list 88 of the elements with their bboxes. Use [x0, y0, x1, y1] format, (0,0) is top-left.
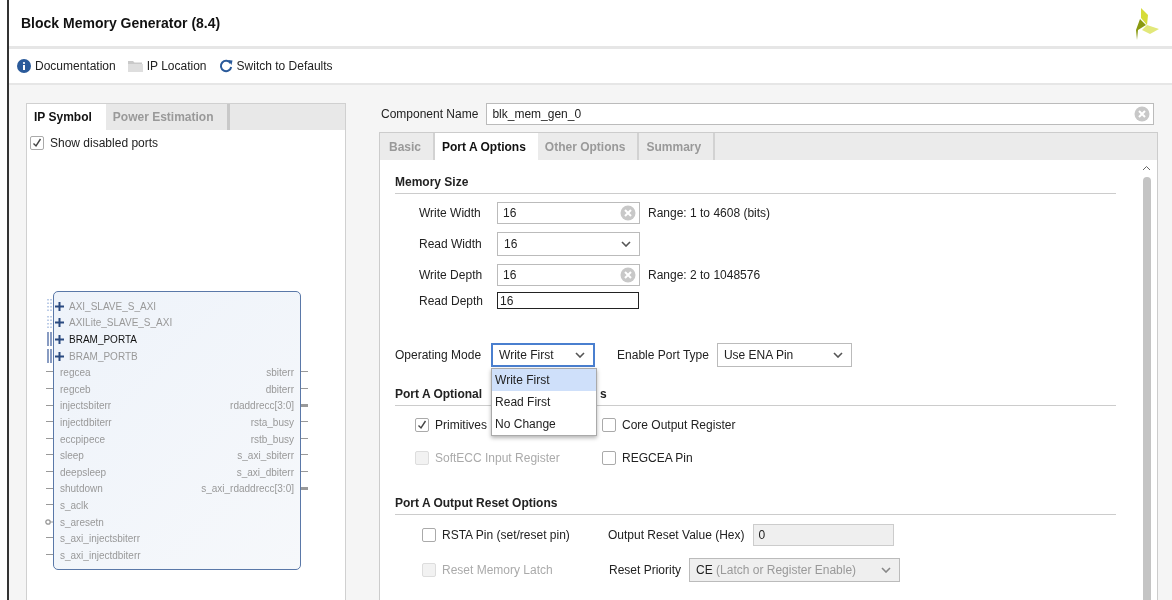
field-label: Enable Port Type: [617, 348, 709, 362]
section-heading: Port A Optional: [395, 387, 483, 401]
port-label: eccpipece: [60, 433, 106, 445]
checkbox-label: Show disabled ports: [50, 136, 159, 150]
dropdown[interactable]: Use ENA Pin: [716, 343, 852, 367]
field-label: Output Reset Value (Hex): [608, 528, 745, 542]
port-label: s_axi_injectdbiterr: [60, 549, 141, 561]
tab[interactable]: Port A Options: [435, 133, 538, 160]
port-label: shutdown: [60, 483, 103, 495]
scroll-up-icon[interactable]: [1142, 165, 1151, 171]
checkbox-label: SoftECC Input Register: [435, 451, 560, 465]
toolbar-button[interactable]: Switch to Defaults: [218, 59, 333, 73]
window-title: Block Memory Generator (8.4): [21, 15, 221, 31]
checkbox[interactable]: [415, 418, 429, 432]
port-label: sbiterr: [266, 367, 294, 379]
component-name-field[interactable]: blk_mem_gen_0: [486, 103, 1155, 125]
port-label: s_axi_rdaddrecc[3:0]: [201, 483, 294, 495]
toolbar-button[interactable]: Documentation: [17, 59, 116, 73]
port-label: regceb: [60, 383, 91, 395]
checkbox[interactable]: [602, 451, 616, 465]
port-label: sleep: [60, 450, 84, 462]
menu-item[interactable]: No Change: [492, 413, 597, 435]
range-text: Range: 2 to 1048576: [648, 268, 761, 282]
range-text: Range: 1 to 4608 (bits): [648, 206, 771, 220]
field-label: Write Depth: [419, 268, 484, 282]
port-label: rstb_busy: [250, 433, 294, 445]
checkbox-label: Reset Memory Latch: [442, 563, 553, 577]
input-field[interactable]: 16: [497, 264, 640, 286]
port-label: s_aclk: [60, 499, 89, 511]
connector-icon: [47, 332, 52, 347]
field-label: Reset Priority: [609, 563, 682, 577]
caret-icon: [881, 567, 892, 573]
port-label: s_axi_dbiterr: [236, 466, 294, 478]
port-pin: [301, 486, 308, 490]
section-heading: Port A Output Reset Options: [395, 496, 558, 510]
checkbox-label: Primitives: [435, 418, 487, 432]
port-label: s_axi_sbiterr: [237, 450, 294, 462]
input-field[interactable]: 16: [497, 292, 639, 309]
field-label: Write Width: [419, 206, 482, 220]
plus-icon[interactable]: [55, 301, 64, 311]
section-heading: Memory Size: [395, 175, 469, 189]
clear-icon[interactable]: [1134, 106, 1151, 122]
port-label: regcea: [60, 367, 91, 379]
field-label: Operating Mode: [395, 348, 482, 362]
refresh-icon: [218, 59, 233, 73]
input-field[interactable]: 16: [497, 202, 640, 224]
plus-icon[interactable]: [55, 351, 64, 361]
caret-icon: [575, 352, 586, 358]
plus-icon[interactable]: [55, 335, 64, 344]
port-label: s_axi_injectsbiterr: [60, 533, 141, 545]
interface-label: BRAM_PORTA: [69, 334, 137, 345]
field-label: Read Depth: [419, 293, 485, 308]
port-pin: [301, 403, 308, 407]
port-label: deepsleep: [60, 466, 107, 478]
check-icon: [32, 138, 42, 148]
dropdown[interactable]: 16: [497, 232, 640, 256]
info-icon: [17, 59, 31, 73]
toolbar-button[interactable]: IP Location: [127, 59, 207, 73]
plus-icon[interactable]: [55, 318, 64, 328]
port-label: dbiterr: [265, 383, 294, 395]
clear-icon[interactable]: [620, 205, 636, 221]
tab[interactable]: IP Symbol: [27, 104, 106, 130]
port-label: s_aresetn: [60, 516, 104, 528]
check-icon: [417, 420, 427, 430]
port-label: rsta_busy: [250, 416, 294, 428]
connector-icon: [47, 349, 52, 364]
caret-icon: [621, 241, 631, 247]
checkbox[interactable]: [30, 136, 44, 150]
field-label: Read Width: [419, 237, 483, 251]
checkbox[interactable]: [422, 528, 436, 542]
field-label: Component Name: [381, 107, 479, 121]
menu-item[interactable]: Read First: [492, 391, 597, 413]
checkbox-label: REGCEA Pin: [622, 451, 693, 465]
caret-icon: [832, 352, 843, 358]
interface-label: AXI_SLAVE_S_AXI: [69, 300, 157, 312]
section-heading: s: [600, 387, 607, 401]
checkbox-label: RSTA Pin (set/reset pin): [442, 528, 570, 542]
folder-icon: [127, 60, 143, 72]
checkbox-label: Core Output Register: [622, 418, 736, 432]
port-pin: [45, 518, 53, 525]
port-label: injectdbiterr: [60, 416, 112, 428]
port-label: injectsbiterr: [60, 400, 112, 412]
interface-label: BRAM_PORTB: [69, 350, 138, 362]
interface-label: AXILite_SLAVE_S_AXI: [69, 317, 173, 329]
menu-item[interactable]: Write First: [492, 369, 597, 391]
checkbox[interactable]: [602, 418, 616, 432]
port-label: rdaddrecc[3:0]: [230, 400, 294, 412]
clear-icon[interactable]: [620, 267, 636, 283]
